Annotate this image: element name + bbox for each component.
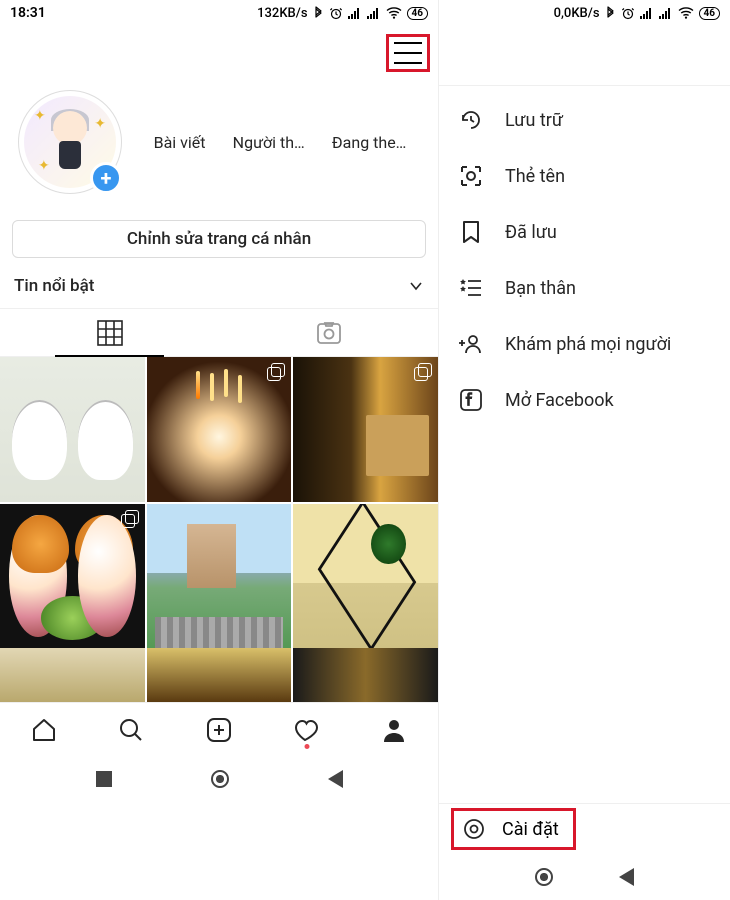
menu-discover-people[interactable]: Khám phá mọi người (439, 316, 730, 372)
profile-avatar[interactable]: ✦✦✦✦ + (18, 90, 122, 194)
post-thumbnail[interactable] (293, 504, 438, 649)
menu-nametag[interactable]: Thẻ tên (439, 148, 730, 204)
settings-label[interactable]: Cài đặt (502, 819, 559, 840)
bookmark-icon (457, 218, 485, 246)
status-bar: 18:31 132KB/s 46 (0, 0, 438, 26)
status-speed: 132KB/s (257, 6, 307, 21)
settings-row: Cài đặt (439, 803, 730, 854)
post-thumbnail[interactable] (147, 648, 292, 702)
menu-label: Đã lưu (505, 222, 557, 243)
profile-screen: 18:31 132KB/s 46 ✦✦✦✦ + (0, 0, 439, 900)
grid-icon (97, 320, 123, 346)
search-icon (117, 716, 145, 744)
bottom-nav (0, 702, 438, 756)
add-story-icon[interactable]: + (90, 162, 122, 194)
menu-label: Thẻ tên (505, 166, 565, 187)
menu-drawer-screen: 0,0KB/s 46 Lưu trữ Thẻ tên Đã lưu (439, 0, 730, 900)
home-button[interactable] (535, 868, 553, 886)
chevron-down-icon (408, 278, 424, 294)
menu-archive[interactable]: Lưu trữ (439, 92, 730, 148)
post-thumbnail[interactable] (293, 648, 438, 702)
profile-tab[interactable] (379, 715, 409, 745)
plus-square-icon (205, 716, 233, 744)
post-thumbnail[interactable] (0, 504, 145, 649)
posts-grid-partial (0, 648, 438, 702)
post-thumbnail[interactable] (147, 504, 292, 649)
profile-icon (380, 716, 408, 744)
home-tab[interactable] (29, 715, 59, 745)
nametag-icon (457, 162, 485, 190)
status-speed: 0,0KB/s (554, 6, 600, 21)
android-nav-bar (0, 756, 438, 802)
close-friends-icon (457, 274, 485, 302)
posts-grid (0, 357, 438, 648)
following-stat[interactable]: Đang the… (332, 133, 406, 152)
settings-button-highlight: Cài đặt (451, 808, 576, 850)
android-nav-bar (439, 854, 730, 900)
menu-close-friends[interactable]: Bạn thân (439, 260, 730, 316)
bluetooth-icon (313, 6, 324, 20)
menu-label: Bạn thân (505, 278, 576, 299)
gear-icon[interactable] (460, 815, 488, 843)
recents-button[interactable] (96, 771, 112, 787)
multi-post-icon (121, 510, 139, 528)
profile-info-row: ✦✦✦✦ + Bài viết Người th… Đang the… (0, 80, 438, 200)
drawer-header (439, 26, 730, 86)
alarm-icon (621, 6, 635, 20)
home-button[interactable] (211, 770, 229, 788)
post-thumbnail[interactable] (0, 648, 145, 702)
menu-label: Khám phá mọi người (505, 334, 671, 355)
signal-icon (640, 7, 654, 19)
status-bar: 0,0KB/s 46 (439, 0, 730, 26)
battery-indicator: 46 (407, 7, 428, 20)
wifi-icon (678, 7, 694, 19)
signal-icon (348, 7, 362, 19)
add-post-tab[interactable] (204, 715, 234, 745)
wifi-icon (386, 7, 402, 19)
signal-icon (659, 7, 673, 19)
multi-post-icon (414, 363, 432, 381)
profile-stats: Bài viết Người th… Đang the… (122, 133, 420, 152)
hamburger-icon[interactable] (394, 42, 422, 64)
signal-icon (367, 7, 381, 19)
home-icon (30, 716, 58, 744)
back-button[interactable] (619, 868, 634, 886)
tagged-tab[interactable] (219, 309, 438, 356)
facebook-icon (457, 386, 485, 414)
archive-icon (457, 106, 485, 134)
highlights-label: Tin nổi bật (14, 276, 94, 296)
menu-label: Mở Facebook (505, 390, 614, 411)
activity-tab[interactable] (292, 715, 322, 745)
menu-open-facebook[interactable]: Mở Facebook (439, 372, 730, 428)
battery-indicator: 46 (699, 7, 720, 20)
grid-tab[interactable] (0, 309, 219, 356)
tagged-icon (315, 319, 343, 347)
edit-profile-button[interactable]: Chỉnh sửa trang cá nhân (12, 220, 426, 258)
post-thumbnail[interactable] (0, 357, 145, 502)
menu-saved[interactable]: Đã lưu (439, 204, 730, 260)
profile-top-bar (0, 26, 438, 80)
story-highlights-row[interactable]: Tin nổi bật (0, 266, 438, 309)
notification-dot (304, 744, 309, 749)
post-thumbnail[interactable] (293, 357, 438, 502)
alarm-icon (329, 6, 343, 20)
bluetooth-icon (605, 6, 616, 20)
heart-icon (293, 716, 321, 744)
discover-people-icon (457, 330, 485, 358)
back-button[interactable] (328, 770, 343, 788)
followers-stat[interactable]: Người th… (233, 133, 305, 152)
profile-tabs (0, 309, 438, 357)
status-time: 18:31 (10, 5, 46, 21)
post-thumbnail[interactable] (147, 357, 292, 502)
menu-list: Lưu trữ Thẻ tên Đã lưu Bạn thân Khám phá… (439, 86, 730, 803)
menu-button-highlight (386, 34, 430, 72)
posts-stat[interactable]: Bài viết (154, 133, 206, 152)
multi-post-icon (267, 363, 285, 381)
menu-label: Lưu trữ (505, 110, 563, 131)
search-tab[interactable] (116, 715, 146, 745)
